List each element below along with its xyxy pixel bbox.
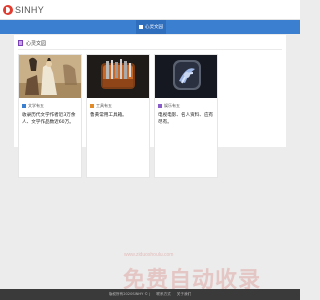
footer-copyright: 版权所有2020SINHY © |	[108, 292, 151, 296]
footer-about-link[interactable]: 关于我们	[177, 292, 191, 297]
footer-contact-link[interactable]: 联系方式	[156, 292, 170, 297]
card-image	[155, 55, 217, 98]
card-category: 文学有五	[22, 103, 44, 109]
play-icon	[158, 104, 162, 108]
nav-bar: 心灵文园	[0, 20, 300, 34]
footer: 版权所有2020SINHY © | 联系方式 关于我们	[0, 289, 300, 300]
book-icon	[22, 104, 26, 108]
top-bar: SINHY	[0, 0, 300, 20]
card-literature[interactable]: 文学有五 收录历代文学作者近3万余人、文学作品数近60万。	[18, 54, 82, 178]
card-tools[interactable]: 工具有五 鲁黄常用工具箱。	[86, 54, 150, 178]
card-category-label: 文学有五	[28, 103, 44, 108]
logo-text: SINHY	[15, 5, 45, 15]
card-description: 鲁黄常用工具箱。	[90, 113, 127, 118]
divider	[18, 49, 282, 50]
card-category-label: 娱乐有五	[164, 103, 180, 108]
card-category: 娱乐有五	[158, 103, 180, 109]
logo-mark-icon	[3, 5, 13, 15]
tab-active[interactable]: 心灵文园	[136, 20, 166, 34]
tool-icon	[90, 104, 94, 108]
card-category: 工具有五	[90, 103, 112, 109]
site-logo[interactable]: SINHY	[3, 4, 44, 16]
card-category-label: 工具有五	[96, 103, 112, 108]
card-description: 收录历代文学作者近3万余人、文学作品数近60万。	[22, 113, 76, 125]
section-icon	[18, 40, 23, 46]
card-image	[19, 55, 81, 98]
card-image	[87, 55, 149, 98]
section-title: 心灵文园	[26, 40, 47, 47]
watermark-url: www.ziduoshoulu.com	[124, 252, 174, 258]
card-entertainment[interactable]: 娱乐有五 电视电影、名人资料、应有尽有。	[154, 54, 218, 178]
tab-icon	[139, 25, 143, 29]
tab-label: 心灵文园	[145, 25, 163, 30]
section-header: 心灵文园	[18, 39, 46, 47]
card-description: 电视电影、名人资料、应有尽有。	[158, 113, 214, 125]
